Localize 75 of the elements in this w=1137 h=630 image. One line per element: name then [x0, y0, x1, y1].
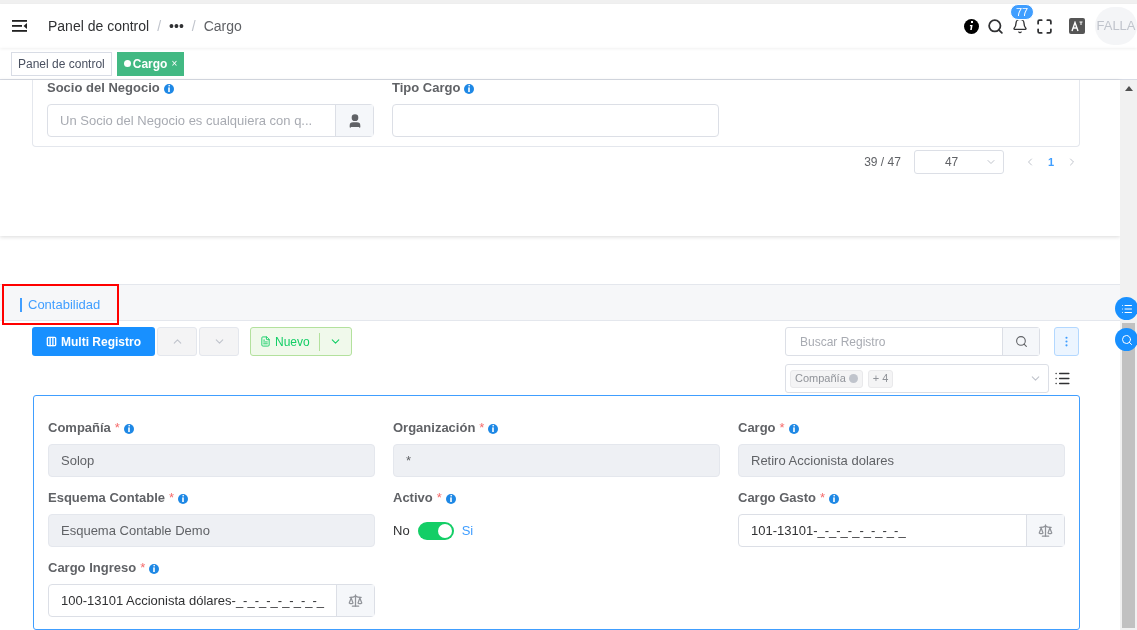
required-mark: * [114, 419, 120, 438]
field-label: Activo [393, 489, 433, 508]
menu-icon[interactable] [12, 19, 28, 33]
page-number[interactable]: 1 [1047, 153, 1054, 171]
lookup-field[interactable]: 101-13101-_-_-_-_-_-_-_-_ [738, 514, 1065, 547]
section-tab[interactable]: Contabilidad [2, 284, 119, 325]
new-button[interactable]: Nuevo [250, 327, 352, 356]
info-icon [178, 493, 189, 504]
info-icon [488, 423, 499, 434]
lookup-field[interactable]: Un Socio del Negocio es cualquiera con q... [47, 104, 374, 137]
document-icon [260, 336, 271, 347]
info-icon [163, 83, 174, 94]
required-mark: * [169, 489, 175, 508]
breadcrumb[interactable]: ••• [169, 15, 184, 37]
scrollbar[interactable] [1120, 80, 1137, 630]
info-icon [829, 493, 840, 504]
info-icon [788, 423, 799, 434]
field-label: Cargo [738, 419, 776, 438]
search-icon[interactable] [987, 17, 1004, 35]
page-size-select[interactable]: 47 [913, 150, 1004, 174]
field-input[interactable]: Esquema Contable Demo [48, 514, 375, 547]
breadcrumb[interactable]: Panel de control [48, 15, 150, 37]
columns-icon [46, 336, 57, 347]
filter-tag[interactable]: + 4 [867, 369, 894, 388]
fullscreen-icon[interactable] [1036, 17, 1053, 35]
field-placeholder: Un Socio del Negocio es cualquiera con q... [59, 111, 314, 130]
info-icon [445, 493, 456, 504]
breadcrumb: Cargo [203, 16, 242, 36]
breadcrumb-separator: / [157, 16, 162, 36]
page-tab[interactable]: Cargo × [116, 51, 185, 76]
bell-icon[interactable] [1012, 18, 1028, 34]
switch-on-label: Si [461, 521, 474, 540]
info-icon [123, 423, 134, 434]
field-value: 100-13101 Accionista dólares-_-_-_-_-_-_-_-_ [60, 591, 326, 610]
info-icon [149, 563, 160, 574]
required-mark: * [779, 419, 785, 438]
field-label: Compañía [48, 419, 111, 438]
text-field[interactable] [392, 104, 719, 137]
breadcrumb-separator: / [191, 16, 196, 36]
page-tab[interactable]: Panel de control [11, 51, 112, 76]
field-input[interactable]: Retiro Accionista dolares [738, 444, 1065, 477]
toggle-switch[interactable] [417, 521, 454, 540]
field-label: Organización [393, 419, 476, 438]
field-input[interactable]: * [393, 444, 720, 477]
list-icon [1120, 302, 1133, 315]
field-label: Cargo Gasto [738, 489, 816, 508]
record-count: 39 / 47 [864, 154, 901, 171]
field-label: Cargo Ingreso [48, 559, 137, 578]
required-mark: * [140, 559, 146, 578]
section-title: Contabilidad [28, 295, 101, 314]
required-mark: * [820, 489, 826, 508]
info-icon [464, 83, 475, 94]
lookup-field[interactable]: 100-13101 Accionista dólares-_-_-_-_-_-_-_-_ [48, 584, 375, 617]
filter-select[interactable]: Compañía + 4 [785, 364, 1049, 393]
tab-close[interactable]: × [171, 56, 178, 71]
search-icon [1120, 333, 1133, 346]
required-mark: * [479, 419, 485, 438]
list-icon[interactable] [1054, 370, 1071, 387]
search-placeholder: Buscar Registro [799, 333, 887, 351]
search-field[interactable]: Buscar Registro [785, 327, 1040, 356]
required-mark: * [436, 489, 442, 508]
filter-tag[interactable]: Compañía [790, 369, 863, 388]
translate-icon[interactable] [1069, 18, 1085, 34]
field-label: Esquema Contable [48, 489, 166, 508]
multi-record-button[interactable]: Multi Registro [32, 327, 155, 356]
scroll-up-icon[interactable] [1124, 86, 1133, 91]
switch-off-label: No [393, 521, 410, 540]
field-input[interactable]: Solop [48, 444, 375, 477]
field-label: Tipo Cargo [392, 79, 461, 98]
scale-icon[interactable] [348, 593, 363, 608]
notification-badge: 77 [1010, 4, 1035, 20]
scale-icon[interactable] [1038, 523, 1053, 538]
info-icon[interactable] [964, 18, 979, 34]
field-label: Socio del Negocio [47, 79, 160, 98]
field-value: 101-13101-_-_-_-_-_-_-_-_ [750, 521, 907, 540]
